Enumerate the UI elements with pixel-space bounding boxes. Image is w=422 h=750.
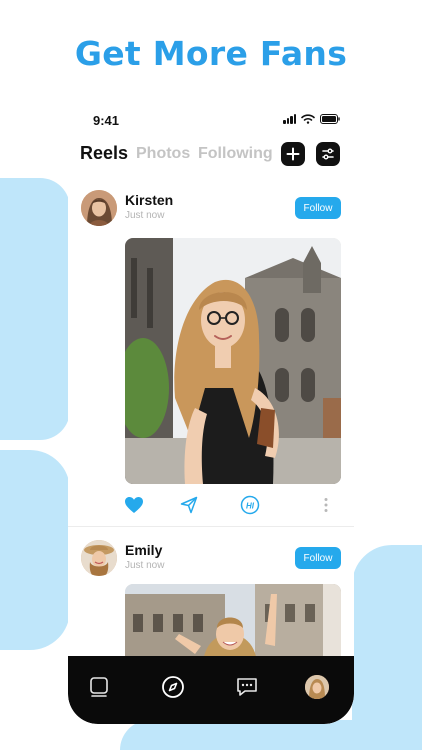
timestamp: Just now [125, 210, 165, 221]
status-bar: 9:41 [68, 100, 354, 140]
like-button[interactable] [123, 494, 145, 516]
follow-button[interactable]: Follow [295, 197, 341, 219]
status-icons [283, 114, 340, 124]
reels-nav-icon [90, 677, 108, 697]
promo-title: Get More Fans [74, 34, 348, 73]
wifi-icon [301, 114, 315, 124]
tab-following[interactable]: Following [198, 145, 273, 163]
sliders-icon [322, 148, 334, 160]
post-photo[interactable] [125, 238, 341, 484]
status-time: 9:41 [93, 113, 120, 128]
post-divider [68, 526, 354, 527]
follow-button[interactable]: Follow [295, 547, 341, 569]
tab-photos[interactable]: Photos [136, 145, 190, 163]
phone-screen: 9:41 Reels Photos Following Kirsten Just… [68, 100, 354, 724]
share-button[interactable] [178, 494, 200, 516]
avatar[interactable] [81, 190, 117, 226]
feed: Kirsten Just now Follow HI Emily Just no… [68, 178, 354, 704]
top-nav: Reels Photos Following [68, 140, 354, 168]
avatar[interactable] [81, 540, 117, 576]
plus-icon [286, 147, 300, 161]
heart-icon [125, 497, 143, 513]
decorative-blob-left [0, 178, 70, 440]
add-button[interactable] [281, 142, 305, 166]
decorative-blob-left-lower [0, 450, 70, 650]
timestamp: Just now [125, 560, 165, 571]
decorative-blob-bottom [120, 720, 422, 750]
filter-button[interactable] [316, 142, 340, 166]
nav-messages[interactable] [234, 674, 260, 700]
username[interactable]: Kirsten [125, 192, 173, 208]
profile-avatar[interactable] [305, 675, 329, 699]
messages-icon [237, 678, 257, 696]
battery-icon [320, 114, 340, 124]
say-hi-button[interactable]: HI [239, 494, 261, 516]
more-button[interactable] [315, 494, 337, 516]
compass-icon [162, 676, 184, 698]
send-icon [180, 496, 198, 514]
post-header: Emily Just now Follow [68, 528, 354, 582]
post-actions: HI [68, 490, 354, 520]
svg-text:HI: HI [246, 502, 255, 511]
signal-icon [283, 114, 296, 124]
post-header: Kirsten Just now Follow [68, 178, 354, 232]
bottom-nav [68, 656, 354, 724]
username[interactable]: Emily [125, 542, 162, 558]
more-vertical-icon [324, 498, 328, 512]
nav-explore[interactable] [160, 674, 186, 700]
tab-reels[interactable]: Reels [80, 143, 128, 164]
nav-reels[interactable] [86, 674, 112, 700]
hi-chat-icon: HI [240, 495, 260, 515]
